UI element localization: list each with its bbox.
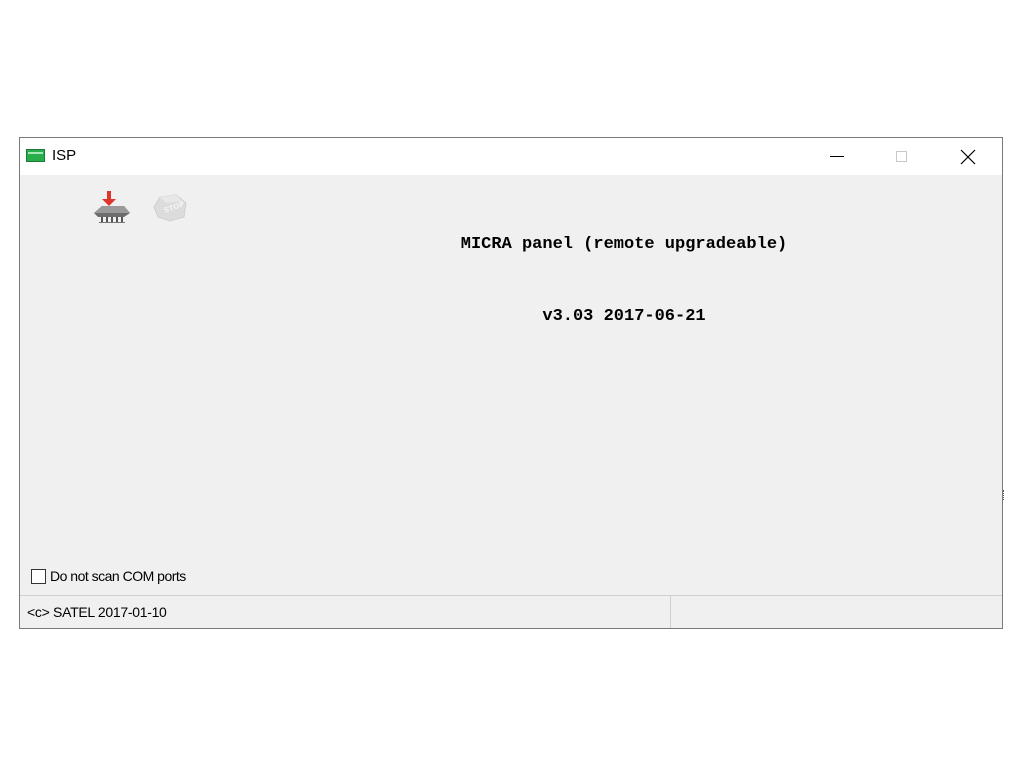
do-not-scan-checkbox[interactable]: [31, 568, 46, 584]
maximize-icon: [895, 151, 907, 162]
status-bar: <c> SATEL 2017-01-10: [20, 595, 1002, 628]
main-content: STOP MICRA panel (remote upgradeable) v3…: [20, 175, 1002, 595]
window-resize-edge[interactable]: [1003, 490, 1006, 500]
firmware-title: MICRA panel (remote upgradeable) v3.03 2…: [20, 185, 1024, 377]
close-button[interactable]: [945, 138, 991, 175]
minimize-button[interactable]: [814, 138, 860, 175]
close-icon: [960, 149, 976, 164]
isp-window: ISP STOP MICRA panel (remote upgradeable…: [19, 137, 1003, 629]
window-title: ISP: [52, 147, 77, 164]
status-copyright-text: <c> SATEL 2017-01-10: [27, 604, 167, 620]
minimize-icon: [830, 156, 844, 157]
maximize-button[interactable]: [878, 138, 924, 175]
status-pane-empty: [671, 596, 1002, 628]
title-bar[interactable]: ISP: [20, 138, 1002, 175]
status-pane-copyright: <c> SATEL 2017-01-10: [20, 596, 671, 628]
app-icon: [26, 149, 45, 162]
firmware-version: v3.03 2017-06-21: [542, 307, 706, 326]
firmware-name: MICRA panel (remote upgradeable): [460, 235, 788, 254]
do-not-scan-label: Do not scan COM ports: [50, 568, 186, 584]
do-not-scan-option[interactable]: Do not scan COM ports: [31, 568, 186, 584]
